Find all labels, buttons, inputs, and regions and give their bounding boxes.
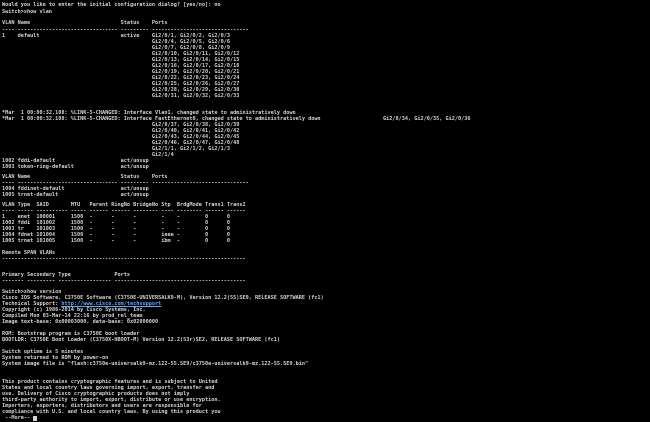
- terminal-line: VLAN Name Status Ports: [2, 20, 168, 26]
- terminal-line: System image file is "flash:c3750e-unive…: [2, 361, 308, 367]
- terminal-line: BOOTLDR: C3750E Boot Loader (C3750X-HBOO…: [2, 337, 280, 343]
- terminal-line: 1005 trnet 101005 1500 - - - ibm - 0 0: [2, 238, 230, 244]
- terminal-line: ----------------------------------------…: [2, 256, 246, 262]
- terminal-line-text: ----------------------------------------…: [2, 256, 246, 262]
- terminal-line: --More--: [2, 415, 38, 421]
- terminal-line: Image text-base: 0x00003000, data-base: …: [2, 319, 158, 325]
- terminal-line-text: VLAN Name Status Ports: [2, 20, 168, 26]
- terminal-line-text: Image text-base: 0x00003000, data-base: …: [2, 319, 159, 325]
- terminal-line-text: ------- --------- ----------------- ----…: [2, 278, 246, 284]
- terminal-line-text: System image file is "flash:c3750e-unive…: [2, 361, 309, 367]
- terminal-line-text: Gi2/0/31, Gi2/0/32, Gi2/0/33: [2, 93, 240, 99]
- cursor-block: [33, 416, 38, 421]
- terminal-line-text: 1003 token-ring-default act/unsup: [2, 164, 149, 170]
- terminal-line-text: --More--: [2, 415, 34, 421]
- terminal-line: 1003 token-ring-default act/unsup: [2, 164, 149, 170]
- terminal-line-text: Switch>show vlan: [2, 9, 52, 15]
- terminal-line: Gi2/0/31, Gi2/0/32, Gi2/0/33: [2, 93, 239, 99]
- terminal-line-text: BOOTLDR: C3750E Boot Loader (C3750X-HBOO…: [2, 337, 280, 343]
- terminal-line-text: 1005 trnet 101005 1500 - - - ibm - 0 0: [2, 238, 230, 244]
- terminal-line: Would you like to enter the initial conf…: [2, 2, 221, 8]
- terminal-line: ------- --------- ----------------- ----…: [2, 278, 246, 284]
- terminal-window[interactable]: Would you like to enter the initial conf…: [0, 0, 650, 422]
- terminal-line: Switch>show vlan: [2, 9, 52, 15]
- terminal-line-text: Would you like to enter the initial conf…: [2, 2, 221, 8]
- terminal-line-text: 1005 trnet-default act/unsup: [2, 192, 149, 198]
- terminal-line: 1005 trnet-default act/unsup: [2, 192, 149, 198]
